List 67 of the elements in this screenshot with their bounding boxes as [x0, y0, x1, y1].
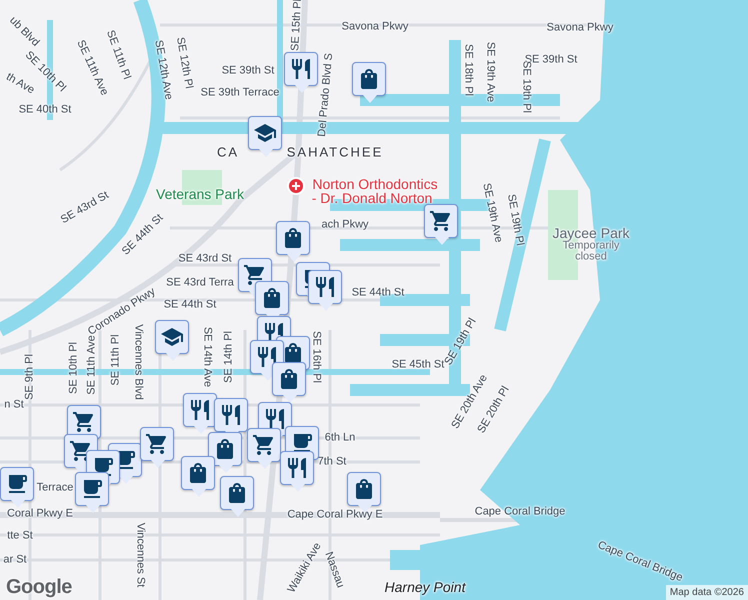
- street-label: SE 14th Ave: [202, 326, 212, 388]
- fork-knife-icon: [263, 407, 287, 431]
- street-label: Cape Coral Bridge: [474, 506, 566, 518]
- street-label: SE 11th Ave: [86, 335, 98, 395]
- street-label: Coral Pkwy E: [6, 508, 74, 520]
- street-label: Cape Coral Pkwy E: [287, 510, 383, 520]
- street-label: SE 19th Ave: [484, 42, 496, 102]
- logo: Google: [6, 576, 72, 599]
- street-label: n St: [4, 400, 24, 410]
- graduation-cap-icon: [253, 121, 277, 145]
- street-label: SE 44th St: [352, 288, 404, 298]
- place-label: - Dr. Donald Norton: [312, 191, 432, 205]
- street-label: SE 43rd St: [178, 254, 232, 264]
- street-label: SE 43rd Terra: [166, 278, 234, 288]
- attribution-text[interactable]: Map data ©2026: [666, 585, 748, 600]
- street-label: th Ave: [4, 72, 36, 96]
- street-label: SE 9th Pl: [24, 354, 36, 400]
- area-label: CA: [216, 146, 240, 158]
- place-label: Harney Point: [384, 580, 466, 594]
- shopping-cart-icon: [429, 209, 453, 233]
- street-label: SE 11th Pl: [110, 334, 122, 386]
- fork-knife-icon: [219, 403, 243, 427]
- fork-knife-icon: [255, 345, 279, 369]
- street-label: Nassau: [322, 550, 346, 590]
- status-label: Temporarily: [562, 240, 620, 252]
- hospital-icon[interactable]: [287, 177, 305, 195]
- street-label: SE 44th St: [164, 300, 216, 310]
- street-label: SE 16th Pl: [310, 331, 322, 383]
- street-label: Cape Coral Bridge: [596, 540, 684, 584]
- street-label: SE 40th St: [18, 104, 72, 116]
- street-label: ach Pkwy: [321, 220, 369, 230]
- street-label: Del Prado Blvd S: [316, 52, 336, 138]
- street-label: 7th St: [318, 456, 346, 468]
- street-label: Savona Pkwy: [342, 22, 408, 32]
- park-label: Jaycee Park: [552, 226, 630, 240]
- fork-knife-icon: [188, 398, 212, 422]
- street-label: SE 39th Terrace: [200, 88, 280, 98]
- street-label: Savona Pkwy: [546, 22, 614, 34]
- fork-knife-icon: [289, 57, 313, 81]
- street-label: SE 43rd St: [59, 190, 111, 226]
- street-label: SE 19th Pl: [505, 193, 525, 247]
- shopping-cart-icon: [243, 263, 267, 287]
- street-label: SE 39th St: [222, 66, 274, 76]
- street-label: 6th Ln: [324, 432, 356, 444]
- street-label: SE 19th Ave: [480, 182, 504, 244]
- street-label: ar St: [3, 554, 27, 566]
- street-label: Vincennes St: [134, 522, 146, 588]
- place-label: Norton Orthodontics: [312, 177, 438, 191]
- shopping-cart-icon: [145, 432, 169, 456]
- street-label: SE 44th St: [120, 212, 166, 258]
- fork-knife-icon: [285, 456, 309, 480]
- street-label: tte St: [7, 530, 33, 542]
- shopping-cart-icon: [72, 410, 96, 434]
- street-label: Terrace: [36, 482, 74, 494]
- street-label: SE 14th Pl: [224, 331, 234, 383]
- graduation-cap-icon: [160, 325, 184, 349]
- street-label: SE 12th Pl: [174, 36, 194, 90]
- street-label: Vincennes Blvd: [132, 324, 144, 400]
- street-label: SE 10th Pl: [68, 342, 80, 394]
- fork-knife-icon: [313, 275, 337, 299]
- area-label: SAHATCHEE: [286, 146, 384, 158]
- street-label: SE 45th St: [392, 360, 444, 370]
- street-label: SE 18th Pl: [462, 44, 474, 96]
- shopping-cart-icon: [252, 433, 276, 457]
- park-label: Veterans Park: [156, 187, 244, 201]
- shopping-cart-icon: [69, 439, 93, 463]
- street-label: SE 12th Ave: [152, 39, 174, 101]
